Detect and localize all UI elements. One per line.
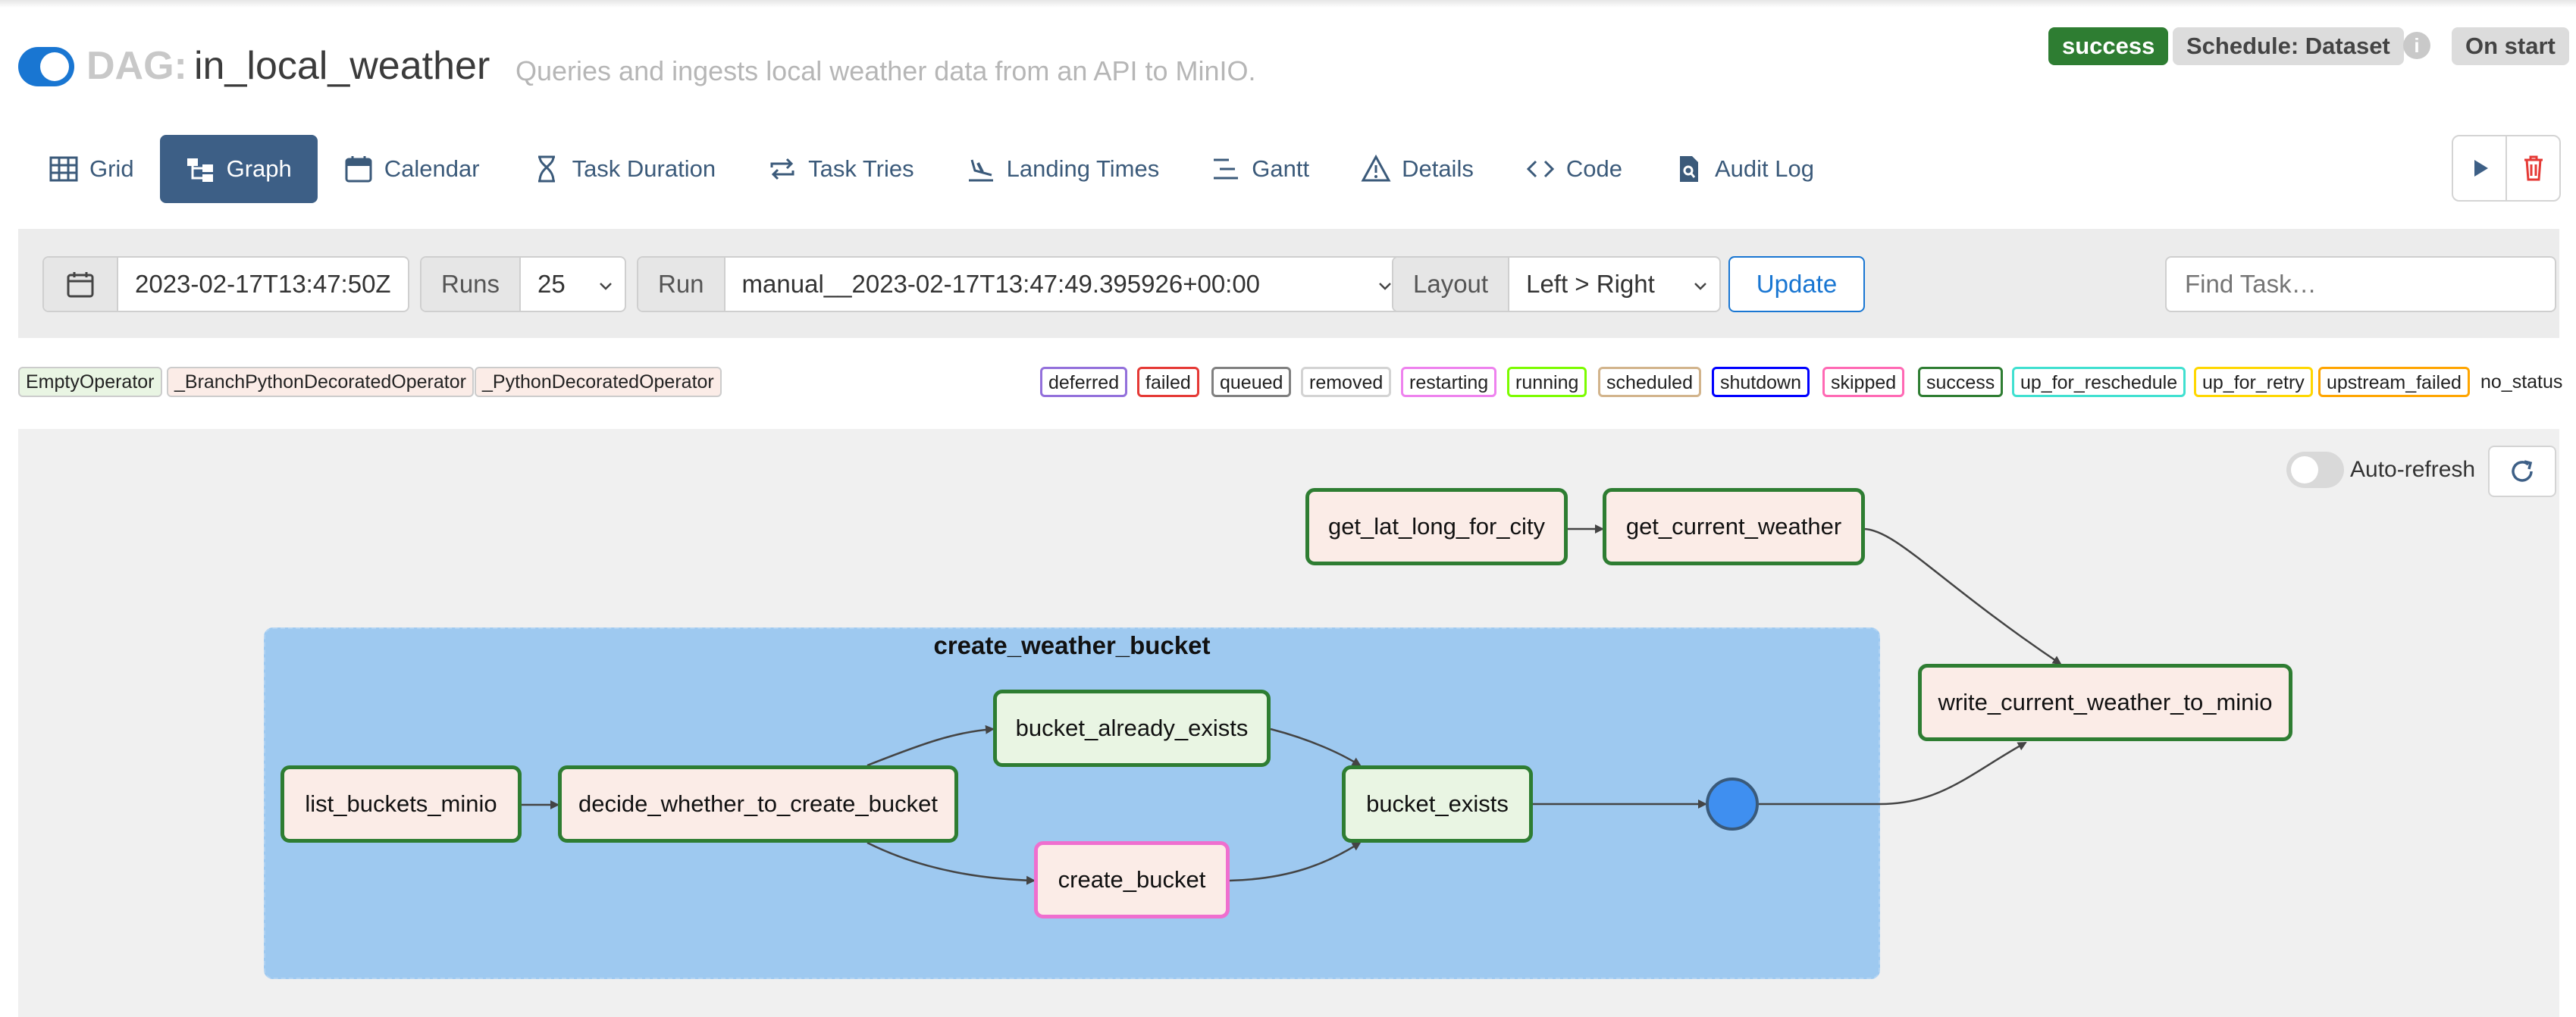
- task-node-write-current-weather-to-minio[interactable]: write_current_weather_to_minio: [1918, 664, 2292, 741]
- edge-create-to-bucket-exists: [1229, 841, 1362, 882]
- edge-decide-to-already-exists: [867, 724, 995, 767]
- graph-edges: [522, 524, 2062, 885]
- task-node-list-buckets-minio[interactable]: list_buckets_minio: [280, 765, 522, 843]
- task-node-decide-whether-to-create-bucket[interactable]: decide_whether_to_create_bucket: [558, 765, 958, 843]
- edge-decide-to-create: [867, 841, 1036, 885]
- task-node-create-bucket[interactable]: create_bucket: [1034, 841, 1230, 918]
- task-node-bucket-exists[interactable]: bucket_exists: [1342, 765, 1533, 843]
- edge-already-exists-to-bucket-exists: [1270, 728, 1362, 767]
- task-group-join-node[interactable]: [1706, 778, 1759, 831]
- edge-join-to-write: [1759, 741, 2027, 806]
- task-node-get-lat-long-for-city[interactable]: get_lat_long_for_city: [1305, 488, 1568, 565]
- task-node-bucket-already-exists[interactable]: bucket_already_exists: [993, 690, 1271, 767]
- edge-current-weather-to-write: [1863, 527, 2062, 665]
- task-node-get-current-weather[interactable]: get_current_weather: [1603, 488, 1865, 565]
